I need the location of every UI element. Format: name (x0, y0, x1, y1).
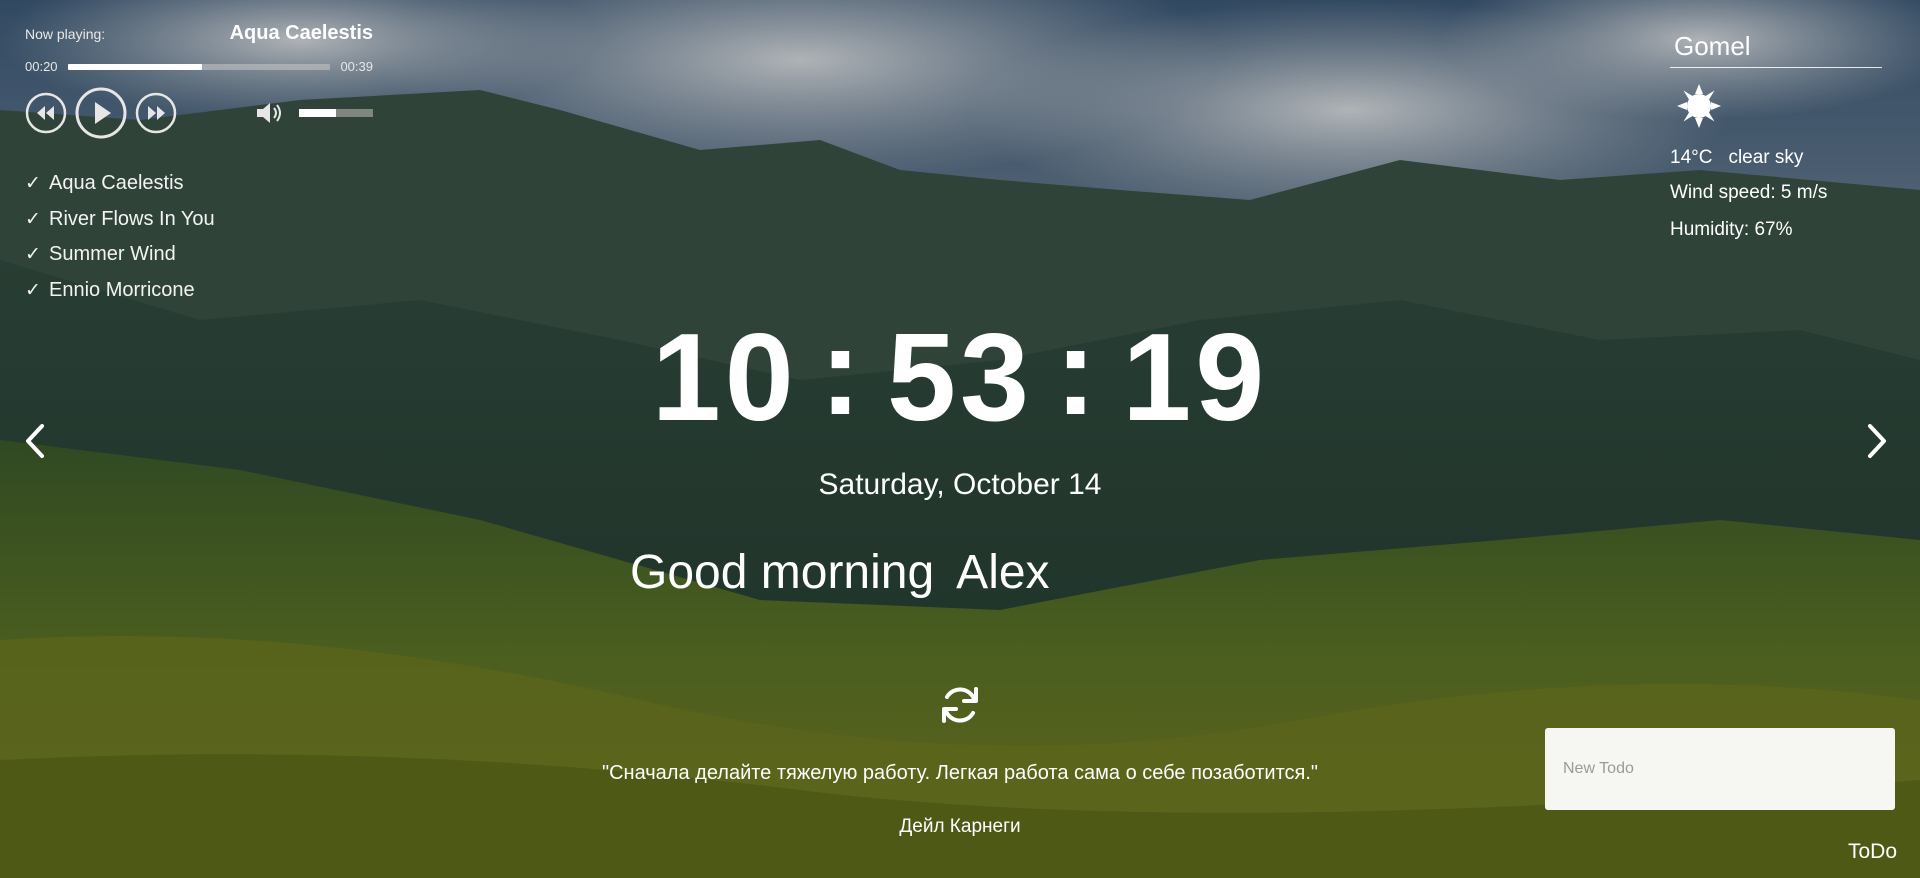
weather-widget: 14°C clear sky Wind speed: 5 m/s Humidit… (1670, 26, 1882, 248)
check-icon: ✓ (25, 208, 41, 230)
greeting-row: Good morning (630, 540, 1217, 604)
date: Saturday, October 14 (818, 468, 1102, 501)
clock-separator: : (1054, 303, 1101, 441)
fast-forward-icon (135, 92, 177, 134)
volume-icon (257, 103, 281, 123)
current-time: 00:20 (25, 59, 58, 74)
next-track-button[interactable] (135, 92, 177, 134)
weather-description: clear sky (1728, 147, 1804, 168)
city-input[interactable] (1670, 26, 1882, 68)
playlist-item-title: Ennio Morricone (49, 278, 195, 301)
total-time: 00:39 (340, 59, 373, 74)
mute-button[interactable] (255, 100, 285, 126)
wind-speed: Wind speed: 5 m/s (1670, 181, 1828, 203)
clock-seconds: 19 (1122, 309, 1269, 447)
change-quote-button[interactable] (936, 681, 984, 729)
refresh-icon (942, 687, 978, 723)
temperature: 14°C (1670, 147, 1713, 168)
now-playing-title: Aqua Caelestis (229, 22, 373, 44)
progress-fill (67, 63, 202, 70)
playlist-item-title: Aqua Caelestis (49, 172, 184, 195)
player-controls (25, 87, 373, 139)
prev-track-button[interactable] (25, 92, 67, 134)
playlist-item[interactable]: ✓ Ennio Morricone (25, 273, 373, 309)
volume-control (255, 100, 373, 126)
todo-panel (1545, 728, 1895, 810)
clock-hours: 10 (651, 309, 798, 447)
name-input[interactable] (956, 540, 1217, 604)
volume-fill (299, 109, 336, 117)
playlist-item-title: River Flows In You (49, 207, 215, 230)
humidity: Humidity: 67% (1670, 218, 1793, 240)
quote-author: Дейл Карнеги (899, 816, 1021, 837)
playlist-item-title: Summer Wind (49, 243, 176, 266)
progress-bar[interactable] (67, 63, 331, 70)
playlist-item[interactable]: ✓ Summer Wind (25, 237, 373, 273)
progress-row: 00:20 00:39 (25, 59, 373, 74)
playlist: ✓ Aqua Caelestis ✓ River Flows In You ✓ … (25, 166, 373, 308)
play-button[interactable] (75, 87, 127, 139)
clock: 10:53:19 (0, 303, 1920, 448)
volume-slider[interactable] (299, 109, 373, 117)
playlist-item[interactable]: ✓ River Flows In You (25, 202, 373, 238)
clock-separator: : (819, 303, 866, 441)
rewind-icon (25, 92, 67, 134)
check-icon: ✓ (25, 173, 41, 195)
now-playing-row: Now playing: Aqua Caelestis (25, 22, 373, 52)
new-todo-input[interactable] (1563, 760, 1895, 778)
weather-temperature-row: 14°C clear sky (1670, 142, 1882, 174)
todo-toggle-button[interactable]: ToDo (1848, 840, 1897, 864)
check-icon: ✓ (25, 279, 41, 301)
playlist-item[interactable]: ✓ Aqua Caelestis (25, 166, 373, 202)
clock-minutes: 53 (887, 309, 1033, 447)
sun-icon (1675, 82, 1723, 130)
audio-player: Now playing: Aqua Caelestis 00:20 00:39 (25, 22, 373, 308)
play-icon (75, 87, 127, 139)
now-playing-label: Now playing: (25, 26, 106, 42)
greeting-text: Good morning (630, 545, 935, 599)
check-icon: ✓ (25, 244, 41, 266)
